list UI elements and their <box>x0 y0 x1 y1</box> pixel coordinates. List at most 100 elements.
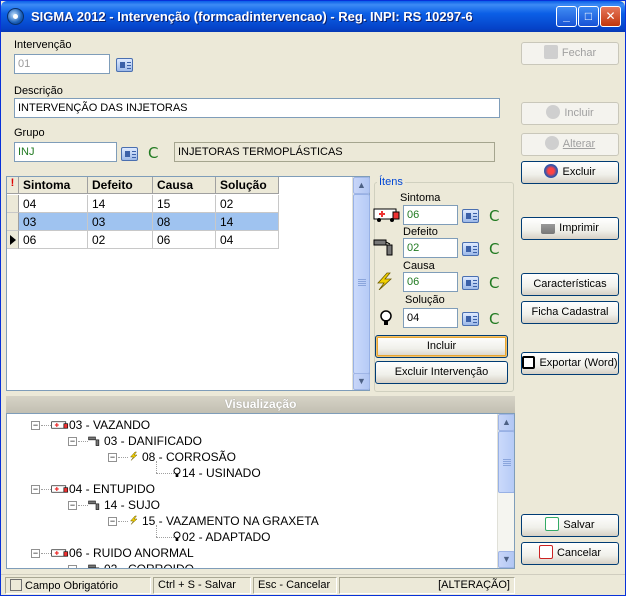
cell-causa[interactable]: 06 <box>153 231 216 249</box>
table-row[interactable]: 06 02 06 04 <box>7 231 279 249</box>
cell-solucao[interactable]: 02 <box>216 195 279 213</box>
cell-causa[interactable]: 08 <box>153 213 216 231</box>
descricao-field[interactable]: INTERVENÇÃO DAS INJETORAS <box>14 98 500 118</box>
exportar-word-button[interactable]: Exportar (Word) <box>521 352 619 375</box>
cancelar-button[interactable]: Cancelar <box>521 542 619 565</box>
cell-defeito[interactable]: 14 <box>88 195 153 213</box>
table-row[interactable]: 03 03 08 14 <box>7 213 279 231</box>
salvar-button[interactable]: Salvar <box>521 514 619 537</box>
ambulance-icon <box>51 420 69 434</box>
fechar-button[interactable]: Fechar <box>521 42 619 65</box>
cancel-x-icon <box>538 545 553 559</box>
tree-collapse-toggle[interactable]: − <box>31 485 40 494</box>
tree-collapse-toggle[interactable]: − <box>108 453 117 462</box>
grupo-field[interactable]: INJ <box>14 142 117 162</box>
broken-pipe-icon <box>88 564 104 568</box>
ambulance-icon <box>373 208 400 222</box>
column-header-defeito[interactable]: Defeito <box>88 177 153 194</box>
cell-defeito[interactable]: 02 <box>88 231 153 249</box>
scroll-up-arrow-icon[interactable]: ▲ <box>498 414 514 431</box>
tree-collapse-toggle[interactable]: − <box>31 421 40 430</box>
tree-collapse-toggle[interactable]: − <box>68 565 77 568</box>
close-button[interactable]: ✕ <box>600 6 621 27</box>
table-row[interactable]: 04 14 15 02 <box>7 195 279 213</box>
imprimir-button[interactable]: Imprimir <box>521 217 619 240</box>
sintoma-field[interactable]: 06 <box>403 205 458 225</box>
tree-collapse-toggle[interactable]: − <box>108 517 117 526</box>
grid-indicator-header: ! <box>7 177 19 194</box>
fechar-label: Fechar <box>561 47 597 59</box>
scroll-up-arrow-icon[interactable]: ▲ <box>353 177 370 194</box>
tree-node-label: 02 - ADAPTADO <box>182 530 271 544</box>
tree-collapse-toggle[interactable]: − <box>31 549 40 558</box>
caracteristicas-button[interactable]: Características <box>521 273 619 296</box>
broken-pipe-icon <box>88 500 104 514</box>
scroll-thumb[interactable] <box>353 194 370 374</box>
cell-sintoma[interactable]: 03 <box>19 213 88 231</box>
app-logo-icon[interactable] <box>7 8 24 25</box>
defeito-label: Defeito <box>403 226 438 238</box>
intervencao-field[interactable]: 01 <box>14 54 110 74</box>
cell-solucao[interactable]: 14 <box>216 213 279 231</box>
cell-causa[interactable]: 15 <box>153 195 216 213</box>
scroll-down-arrow-icon[interactable]: ▼ <box>353 373 370 390</box>
tree-collapse-toggle[interactable]: − <box>68 501 77 510</box>
incluir-button[interactable]: Incluir <box>521 102 619 125</box>
cell-sintoma[interactable]: 06 <box>19 231 88 249</box>
scroll-down-arrow-icon[interactable]: ▼ <box>498 551 514 568</box>
tree-node-solucao[interactable]: 14 - USINADO <box>172 465 261 481</box>
tree-node-sintoma[interactable]: 04 - ENTUPIDO <box>51 481 155 497</box>
cell-defeito[interactable]: 03 <box>88 213 153 231</box>
defeito-field[interactable]: 02 <box>403 238 458 258</box>
minimize-button[interactable]: _ <box>556 6 577 27</box>
tree-node-label: 04 - ENTUPIDO <box>69 482 156 496</box>
grupo-c-button[interactable]: C <box>148 146 158 161</box>
solucao-c-button[interactable]: C <box>489 312 499 327</box>
cancelar-label: Cancelar <box>556 547 602 559</box>
causa-c-button[interactable]: C <box>489 276 499 291</box>
excluir-intervencao-button[interactable]: Excluir Intervenção <box>375 361 508 384</box>
column-header-sintoma[interactable]: Sintoma <box>19 177 88 194</box>
excluir-button[interactable]: Excluir <box>521 161 619 184</box>
scroll-thumb[interactable] <box>498 431 514 493</box>
defeito-c-button[interactable]: C <box>489 242 499 257</box>
close-icon: ✕ <box>605 9 616 23</box>
tree-node-sintoma[interactable]: 06 - RUIDO ANORMAL <box>51 545 194 561</box>
tree-node-defeito[interactable]: 03 - DANIFICADO <box>88 433 202 449</box>
solucao-lookup-icon[interactable] <box>462 312 479 326</box>
incluir-item-button[interactable]: Incluir <box>375 335 508 358</box>
tree-node-sintoma[interactable]: 03 - VAZANDO <box>51 417 150 433</box>
grid-scrollbar[interactable]: ▲ ▼ <box>352 177 370 390</box>
tree-node-defeito[interactable]: 02 - CORROIDO <box>88 561 194 568</box>
grupo-lookup-icon[interactable] <box>121 147 138 161</box>
maximize-button[interactable]: □ <box>578 6 599 27</box>
sintoma-lookup-icon[interactable] <box>462 209 479 223</box>
cell-solucao[interactable]: 04 <box>216 231 279 249</box>
defeito-lookup-icon[interactable] <box>462 242 479 256</box>
alterar-button[interactable]: Alterar <box>521 133 619 156</box>
tree-node-causa[interactable]: 08 - CORROSÃO <box>128 449 236 465</box>
ambulance-icon <box>51 548 69 562</box>
solucao-field[interactable]: 04 <box>403 308 458 328</box>
itens-legend: Ítens <box>377 176 405 188</box>
itens-grid[interactable]: ! Sintoma Defeito Causa Solução 04 14 15… <box>6 176 370 391</box>
gear-icon <box>546 105 561 119</box>
cell-sintoma[interactable]: 04 <box>19 195 88 213</box>
required-field-swatch <box>10 579 22 591</box>
causa-field[interactable]: 06 <box>403 272 458 292</box>
causa-lookup-icon[interactable] <box>462 276 479 290</box>
grupo-description: INJETORAS TERMOPLÁSTICAS <box>174 142 495 162</box>
ficha-cadastral-button[interactable]: Ficha Cadastral <box>521 301 619 324</box>
intervencao-lookup-icon[interactable] <box>116 58 133 72</box>
title-bar[interactable]: SIGMA 2012 - Intervenção (formcadinterve… <box>1 1 625 32</box>
tree-collapse-toggle[interactable]: − <box>68 437 77 446</box>
tree-node-defeito[interactable]: 14 - SUJO <box>88 497 160 513</box>
lightning-icon <box>377 272 393 290</box>
tree-scrollbar[interactable]: ▲ ▼ <box>497 414 514 568</box>
sintoma-c-button[interactable]: C <box>489 209 499 224</box>
column-header-solucao[interactable]: Solução <box>216 177 279 194</box>
visualizacao-tree[interactable]: ▲ ▼ − 03 - VAZANDO − 03 - DANIFICADO − 08 - C… <box>6 413 515 569</box>
tree-node-solucao[interactable]: 02 - ADAPTADO <box>172 529 270 545</box>
status-campo-obrigatorio: Campo Obrigatório <box>5 577 151 594</box>
column-header-causa[interactable]: Causa <box>153 177 216 194</box>
